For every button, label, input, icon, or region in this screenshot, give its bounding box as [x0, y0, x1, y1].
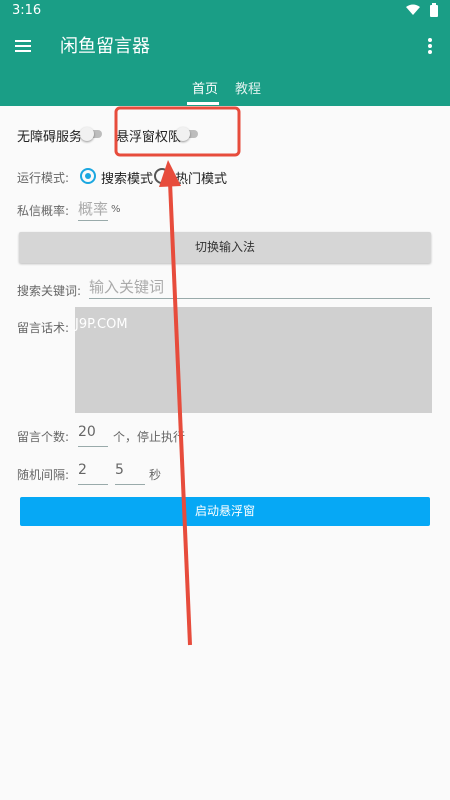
annotation-arrow-head [159, 160, 181, 187]
annotation-arrow-line [168, 181, 192, 646]
annotation-overlay [114, 106, 241, 646]
annotation-highlight-box [114, 106, 241, 157]
